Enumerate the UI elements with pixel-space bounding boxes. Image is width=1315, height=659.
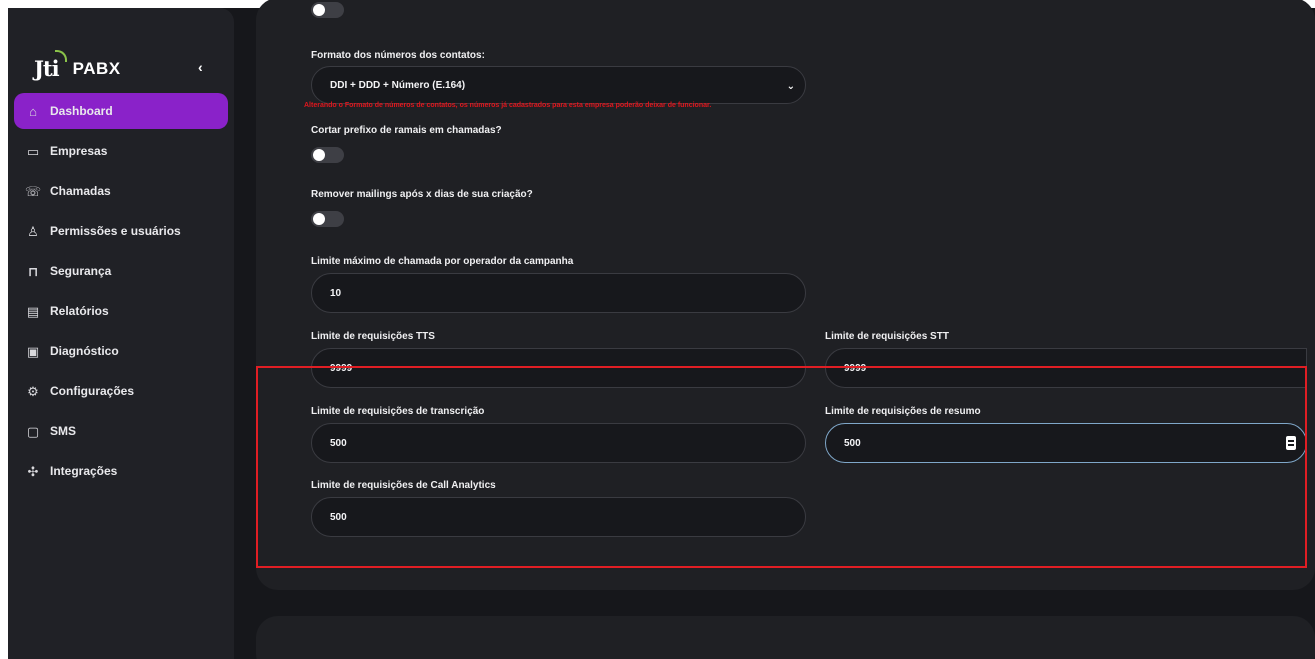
sidebar-item-integra-es[interactable]: ✣ Integrações xyxy=(14,453,228,489)
sidebar-item-relat-rios[interactable]: ▤ Relatórios xyxy=(14,293,228,329)
remove-mailings-toggle[interactable] xyxy=(311,211,344,227)
home-icon: ⌂ xyxy=(29,103,37,119)
remove-mailings-label: Remover mailings após x dias de sua cria… xyxy=(311,189,533,200)
sidebar: Jti PABX ‹ ⌂ Dashboard ▭ Empresas ☏ Chamadas ♙… xyxy=(8,8,234,659)
secondary-card xyxy=(256,616,1315,659)
sidebar-item-seguran-a[interactable]: ⊓ Segurança xyxy=(14,253,228,289)
logo-text: PABX xyxy=(72,58,121,78)
sidebar-nav: ⌂ Dashboard ▭ Empresas ☏ Chamadas ♙ Permissões … xyxy=(14,93,228,493)
sidebar-item-label: Relatórios xyxy=(50,304,109,318)
number-format-warning: Alterando o Formato de números de contat… xyxy=(304,102,712,109)
sidebar-item-dashboard[interactable]: ⌂ Dashboard xyxy=(14,93,228,129)
briefcase-icon: ▭ xyxy=(26,143,40,159)
lock-icon: ⊓ xyxy=(27,263,39,279)
cut-prefix-label: Cortar prefixo de ramais em chamadas? xyxy=(311,125,502,136)
sidebar-item-label: Permissões e usuários xyxy=(50,224,181,238)
sidebar-item-label: Empresas xyxy=(50,144,108,158)
number-format-label: Formato dos números dos contatos: xyxy=(311,50,485,61)
highlight-annotation xyxy=(256,366,1307,568)
logo: Jti PABX xyxy=(34,50,121,81)
document-icon: ▤ xyxy=(26,303,40,319)
gear-icon: ⚙ xyxy=(27,383,39,399)
sidebar-item-label: Diagnóstico xyxy=(50,344,119,358)
puzzle-icon: ✣ xyxy=(27,463,39,479)
stt-label: Limite de requisições STT xyxy=(825,331,949,342)
sidebar-item-label: Segurança xyxy=(50,264,112,278)
logo-mark: Jti xyxy=(34,50,67,81)
sidebar-item-sms[interactable]: ▢ SMS xyxy=(14,413,228,449)
sidebar-item-label: Configurações xyxy=(50,384,135,398)
max-calls-label: Limite máximo de chamada por operador da… xyxy=(311,256,574,267)
sidebar-item-label: Chamadas xyxy=(50,184,111,198)
sidebar-item-diagn-stico[interactable]: ▣ Diagnóstico xyxy=(14,333,228,369)
message-icon: ▢ xyxy=(26,423,40,439)
sidebar-item-empresas[interactable]: ▭ Empresas xyxy=(14,133,228,169)
sidebar-item-chamadas[interactable]: ☏ Chamadas xyxy=(14,173,228,209)
collapse-sidebar-button[interactable]: ‹ xyxy=(198,60,212,74)
phone-icon: ☏ xyxy=(24,183,42,199)
max-calls-input[interactable]: 10 xyxy=(311,273,806,313)
tts-label: Limite de requisições TTS xyxy=(311,331,435,342)
sidebar-item-label: Integrações xyxy=(50,464,118,478)
cut-prefix-toggle[interactable] xyxy=(311,147,344,163)
chevron-down-icon: ⌄ xyxy=(786,81,795,92)
sidebar-item-label: SMS xyxy=(50,424,77,438)
user-icon: ♙ xyxy=(27,223,39,239)
sidebar-item-label: Dashboard xyxy=(50,104,113,118)
monitor-icon: ▣ xyxy=(26,343,40,359)
number-format-value: DDI + DDD + Número (E.164) xyxy=(330,79,466,91)
sidebar-item-configura-es[interactable]: ⚙ Configurações xyxy=(14,373,228,409)
sidebar-item-permiss-es-e-usu-rios[interactable]: ♙ Permissões e usuários xyxy=(14,213,228,249)
max-calls-value: 10 xyxy=(330,287,342,299)
number-format-select[interactable]: DDI + DDD + Número (E.164) ⌄ xyxy=(311,66,806,104)
top-toggle[interactable] xyxy=(311,2,344,18)
